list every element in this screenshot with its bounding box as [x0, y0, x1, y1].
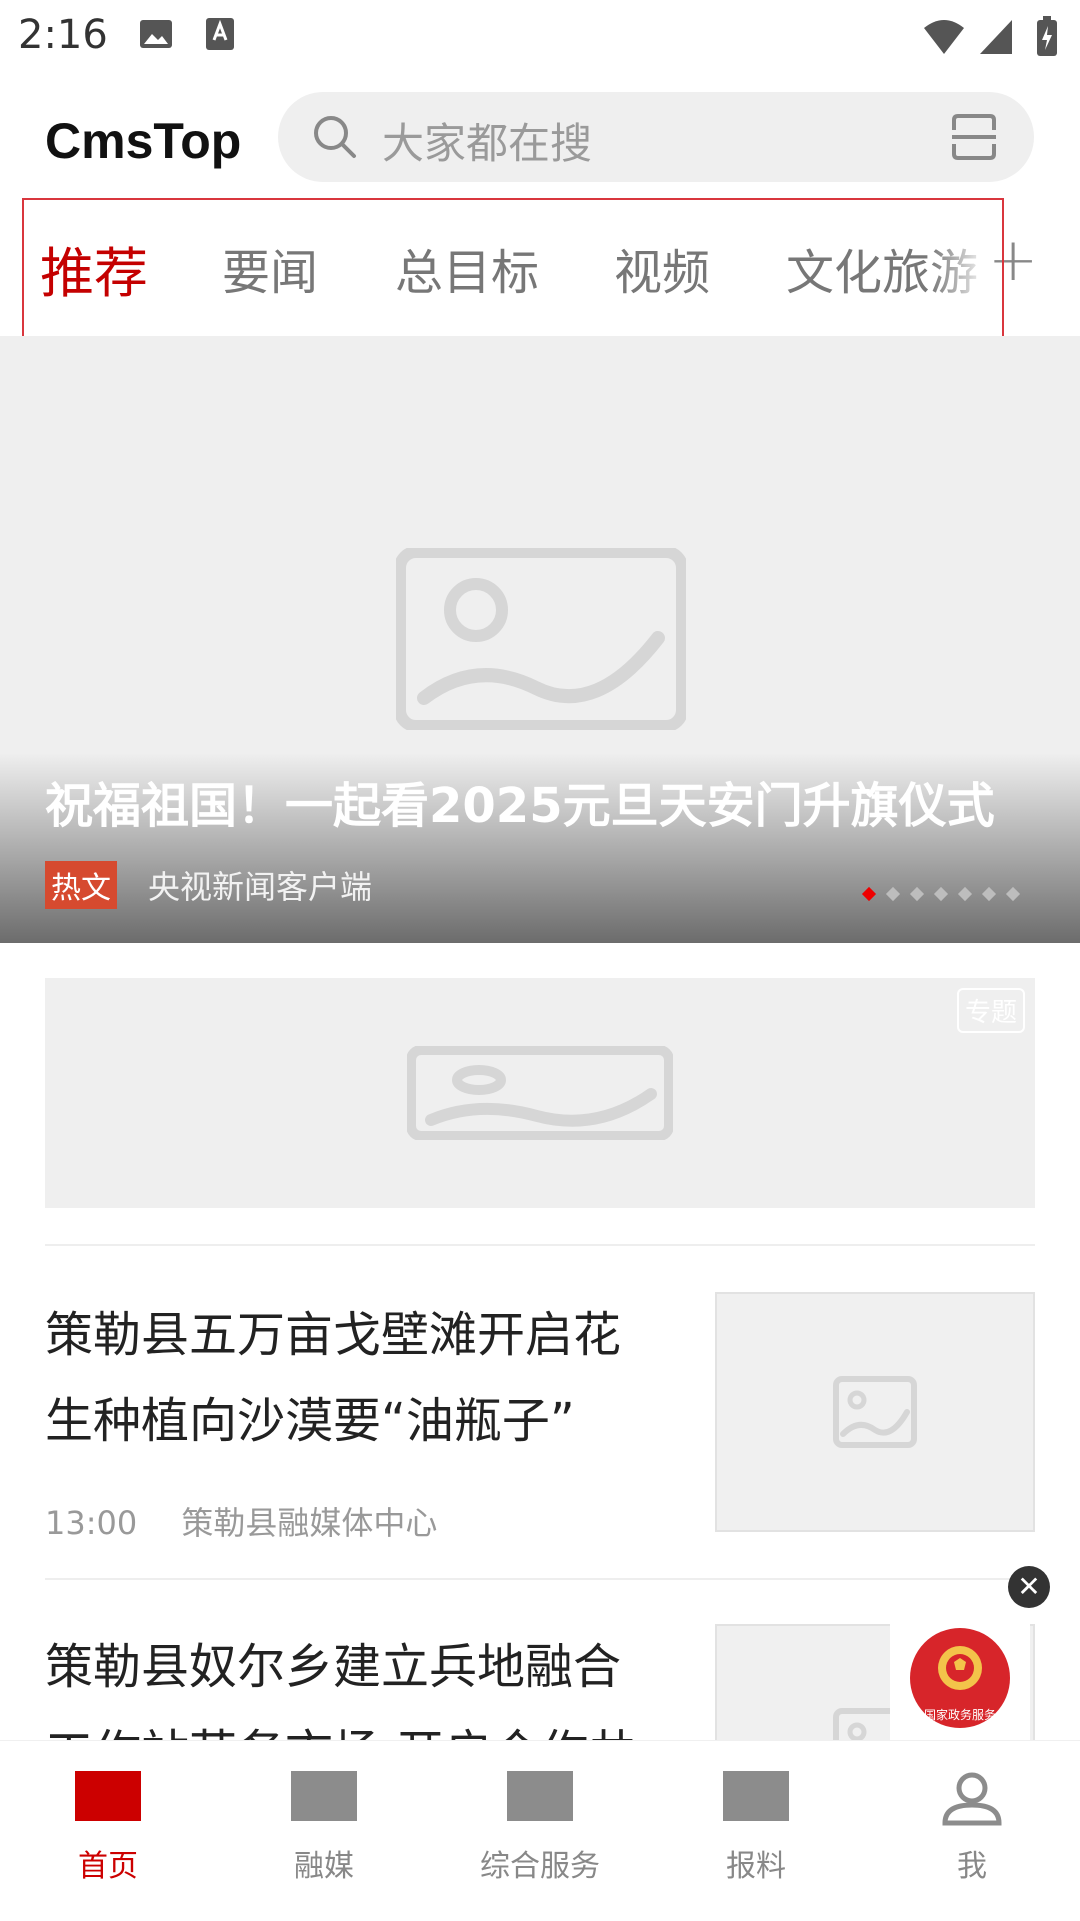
- nav-label: 首页: [78, 1849, 138, 1884]
- banner-carousel[interactable]: 祝福祖国！一起看2025元旦天安门升旗仪式 热文 央视新闻客户端: [0, 336, 1080, 943]
- news-time: 13:00: [45, 1504, 138, 1542]
- carousel-dot: [861, 886, 877, 902]
- nav-report[interactable]: 报料: [648, 1771, 864, 1885]
- cellular-signal-icon: [978, 16, 1014, 60]
- divider: [45, 1578, 1035, 1580]
- gov-emblem: 国家政务服务: [910, 1628, 1010, 1728]
- media-icon: [291, 1771, 357, 1821]
- carousel-indicator: [861, 884, 1032, 903]
- carousel-dot: [1005, 886, 1021, 902]
- search-bar[interactable]: 大家都在搜: [278, 92, 1034, 182]
- wifi-icon: [922, 16, 966, 60]
- nav-label: 综合服务: [480, 1849, 600, 1884]
- news-item[interactable]: 策勒县奴尔乡建立兵地融合工作站劳务市场 开启合作共: [45, 1624, 1035, 1740]
- carousel-dot: [909, 886, 925, 902]
- topic-badge: 专题: [956, 988, 1025, 1033]
- divider: [45, 1244, 1035, 1246]
- special-topic-card[interactable]: 专题: [45, 978, 1035, 1208]
- scan-icon[interactable]: [950, 112, 998, 166]
- search-placeholder: 大家都在搜: [382, 119, 593, 168]
- report-icon: [723, 1771, 789, 1821]
- app-logo: CmsTop: [45, 113, 242, 169]
- nav-media[interactable]: 融媒: [216, 1771, 432, 1885]
- image-placeholder-icon: [394, 546, 688, 734]
- banner-source: 央视新闻客户端: [148, 868, 373, 906]
- image-notification-icon: [138, 16, 174, 56]
- keyboard-notification-icon: [204, 16, 236, 56]
- news-thumbnail: [715, 1292, 1035, 1532]
- carousel-dot: [933, 886, 949, 902]
- services-icon: [507, 1771, 573, 1821]
- news-title: 策勒县奴尔乡建立兵地融合工作站劳务市场 开启合作共: [45, 1639, 636, 1740]
- nav-services[interactable]: 综合服务: [432, 1771, 648, 1885]
- nav-home[interactable]: 首页: [0, 1771, 216, 1885]
- news-meta: 13:00 策勒县融媒体中心: [45, 1498, 471, 1544]
- home-icon: [75, 1771, 141, 1821]
- image-placeholder-icon: [406, 1045, 674, 1144]
- carousel-dot: [885, 886, 901, 902]
- banner-title: 祝福祖国！一起看2025元旦天安门升旗仪式: [45, 778, 995, 834]
- nav-label: 我: [957, 1849, 987, 1884]
- nav-me[interactable]: 我: [864, 1771, 1080, 1885]
- gov-service-label: 国家政务服务: [923, 1708, 996, 1722]
- profile-icon: [939, 1771, 1005, 1827]
- carousel-dot: [981, 886, 997, 902]
- news-item[interactable]: 策勒县五万亩戈壁滩开启花生种植向沙漠要“油瓶子” 13:00 策勒县融媒体中心: [45, 1292, 1035, 1592]
- status-time: 2:16: [18, 12, 108, 58]
- tabs-highlight-box: [22, 198, 1004, 338]
- image-placeholder-icon: [833, 1376, 917, 1452]
- carousel-dot: [957, 886, 973, 902]
- app-header: CmsTop 大家都在搜: [0, 72, 1080, 202]
- nav-label: 融媒: [294, 1849, 354, 1884]
- nav-label: 报料: [726, 1849, 786, 1884]
- hot-tag: 热文: [45, 861, 117, 909]
- news-source: 策勒县融媒体中心: [181, 1504, 438, 1542]
- close-floating-icon[interactable]: ✕: [1008, 1566, 1050, 1608]
- search-icon: [312, 114, 358, 164]
- battery-charging-icon: [1036, 16, 1058, 62]
- gov-service-badge[interactable]: 国家政务服务: [890, 1610, 1030, 1740]
- status-bar: 2:16: [0, 0, 1080, 72]
- news-title: 策勒县五万亩戈壁滩开启花生种植向沙漠要“油瓶子”: [45, 1307, 622, 1449]
- bottom-nav: 首页 融媒 综合服务 报料 我: [0, 1740, 1080, 1921]
